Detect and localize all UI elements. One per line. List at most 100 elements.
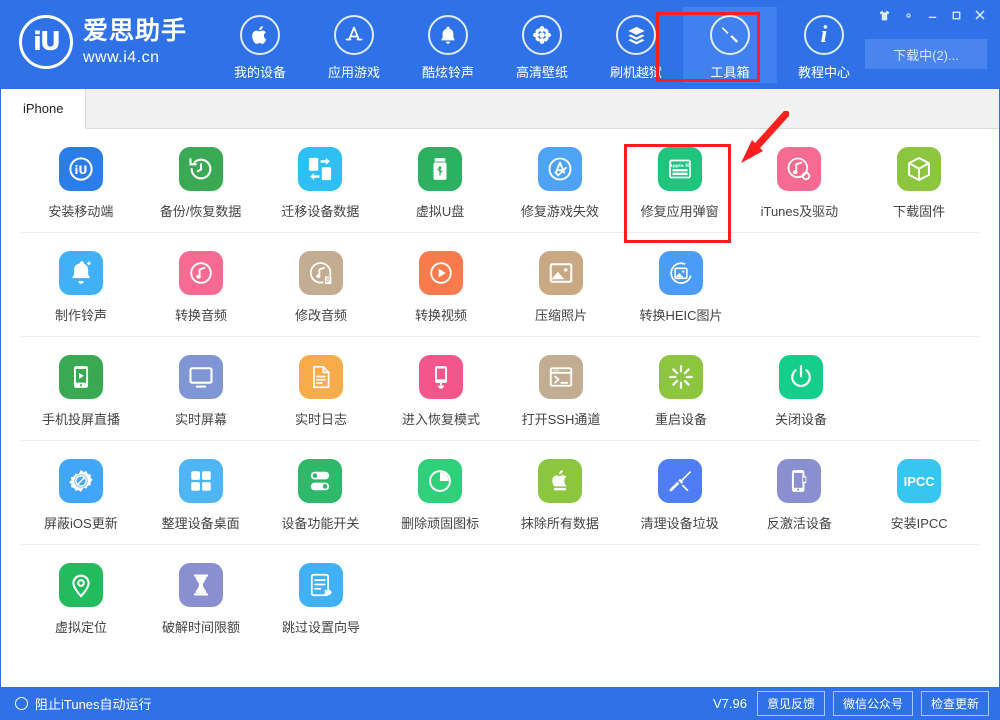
tool-erase-all-data[interactable]: 抹除所有数据 (500, 459, 620, 532)
cube-icon (897, 147, 942, 191)
tool-label: 迁移设备数据 (281, 204, 360, 219)
skin-icon[interactable] (873, 4, 895, 26)
tab-iphone[interactable]: iPhone (1, 89, 87, 129)
tool-label: 修复应用弹窗 (640, 204, 719, 219)
tool-label: 转换视频 (414, 308, 467, 323)
tool-label: 抹除所有数据 (520, 516, 599, 531)
nav-label: 教程中心 (798, 65, 851, 80)
tool-shutdown-device[interactable]: 关闭设备 (741, 355, 861, 428)
tool-label: 实时日志 (294, 412, 347, 427)
radio-circle-icon (15, 696, 28, 710)
restore-clock-icon (178, 147, 223, 191)
apple-erase-icon (537, 459, 582, 503)
nav-item-toolbox[interactable]: 工具箱 (683, 7, 778, 83)
music-edit-icon (299, 251, 343, 295)
tool-convert-heic[interactable]: 转换HEIC图片 (621, 251, 741, 324)
tool-open-ssh[interactable]: SSH 打开SSH通道 (501, 355, 621, 428)
nav-label: 酷炫铃声 (422, 65, 475, 80)
nav-item-apps-games[interactable]: 应用游戏 (307, 7, 401, 83)
tool-device-feature-switch[interactable]: 设备功能开关 (261, 459, 381, 532)
tool-label: 制作铃声 (54, 308, 107, 323)
tool-convert-audio[interactable]: 转换音频 (141, 251, 261, 324)
nav-item-wallpaper[interactable]: 高清壁纸 (495, 7, 589, 83)
tool-fix-game-failure[interactable]: 修复游戏失效 (500, 147, 620, 220)
bell-plus-icon (59, 251, 103, 295)
tool-compress-photo[interactable]: 压缩照片 (501, 251, 621, 324)
tool-download-firmware[interactable]: 下载固件 (859, 147, 979, 220)
nav-label: 高清壁纸 (516, 65, 569, 80)
tool-label: 整理设备桌面 (161, 516, 240, 531)
appstore-check-icon (537, 147, 582, 191)
tool-label: 转换HEIC图片 (639, 308, 723, 323)
tool-backup-restore[interactable]: 备份/恢复数据 (141, 147, 261, 220)
tool-fix-app-popup[interactable]: Apple ID 修复应用弹窗 (620, 147, 740, 220)
brand-name: 爱思助手 (83, 17, 188, 46)
app-header: iU 爱思助手 www.i4.cn 我的设备 应用游戏 酷炫铃声 高清壁纸 刷机… (1, 1, 999, 89)
tool-edit-audio[interactable]: 修改音频 (261, 251, 381, 324)
tool-row-1: iU 安装移动端 备份/恢复数据 迁移设备数据 虚拟U盘 修复游戏失效 Appl… (21, 129, 979, 233)
download-status-button[interactable]: 下载中(2)... (865, 39, 987, 69)
tool-itunes-drivers[interactable]: iTunes及驱动 (740, 147, 860, 220)
tool-label: 进入恢复模式 (401, 412, 480, 427)
main-nav: 我的设备 应用游戏 酷炫铃声 高清壁纸 刷机越狱 工具箱 i 教程中心 (213, 7, 871, 83)
minimize-icon[interactable] (921, 4, 943, 26)
tool-block-ios-update[interactable]: 屏蔽iOS更新 (21, 459, 141, 532)
tool-crack-time-limit[interactable]: 破解时间限额 (141, 563, 261, 636)
tool-label: 跳过设置向导 (281, 620, 360, 635)
wechat-official-button[interactable]: 微信公众号 (832, 690, 913, 716)
toolbox-content: iU 安装移动端 备份/恢复数据 迁移设备数据 虚拟U盘 修复游戏失效 Appl… (1, 129, 999, 687)
tool-row-5: 虚拟定位 破解时间限额 跳过设置向导 (21, 545, 979, 648)
tool-label: 反激活设备 (766, 516, 832, 531)
block-itunes-toggle[interactable]: 阻止iTunes自动运行 (15, 694, 152, 713)
device-tabbar: iPhone (1, 89, 999, 129)
i4-logo-icon: iU (19, 15, 73, 69)
tool-virtual-location[interactable]: 虚拟定位 (21, 563, 141, 636)
tool-label: 打开SSH通道 (521, 412, 601, 427)
tool-label: 实时屏幕 (174, 412, 227, 427)
apple-icon (240, 15, 281, 55)
tool-delete-stubborn-icon[interactable]: 删除顽固图标 (380, 459, 500, 532)
info-icon: i (804, 15, 845, 55)
nav-item-tutorial[interactable]: i 教程中心 (777, 7, 871, 83)
nav-item-ringtones[interactable]: 酷炫铃声 (401, 7, 495, 83)
location-pin-icon (59, 563, 103, 607)
tool-install-mobile[interactable]: iU 安装移动端 (21, 147, 141, 220)
tool-label: 备份/恢复数据 (159, 204, 242, 219)
tool-label: 安装移动端 (48, 204, 114, 219)
broom-icon (657, 459, 702, 503)
tool-deactivate-device[interactable]: 反激活设备 (740, 459, 860, 532)
close-icon[interactable] (969, 4, 991, 26)
tool-restart-device[interactable]: 重启设备 (621, 355, 741, 428)
tool-virtual-usb[interactable]: 虚拟U盘 (380, 147, 500, 220)
toggles-icon (298, 459, 343, 503)
power-icon (779, 355, 823, 399)
tool-label: 压缩照片 (534, 308, 587, 323)
tool-clean-junk[interactable]: 清理设备垃圾 (620, 459, 740, 532)
nav-item-flash-jailbreak[interactable]: 刷机越狱 (589, 7, 683, 83)
nav-item-my-device[interactable]: 我的设备 (213, 7, 307, 83)
brand-logo-group: iU 爱思助手 www.i4.cn (19, 15, 187, 69)
tool-transfer-device-data[interactable]: 迁移设备数据 (261, 147, 381, 220)
feedback-button[interactable]: 意见反馈 (756, 690, 825, 716)
tool-label: 下载固件 (893, 204, 946, 219)
flower-icon (522, 15, 563, 55)
tool-install-ipcc[interactable]: IPCC 安装IPCC (859, 459, 979, 532)
tool-make-ringtone[interactable]: 制作铃声 (21, 251, 141, 324)
tool-organize-desktop[interactable]: 整理设备桌面 (141, 459, 261, 532)
nav-label: 我的设备 (234, 65, 287, 80)
tool-label: 清理设备垃圾 (640, 516, 719, 531)
check-update-button[interactable]: 检查更新 (920, 690, 989, 716)
tool-label: 修复游戏失效 (520, 204, 599, 219)
settings-gear-icon[interactable] (897, 4, 919, 26)
tool-realtime-screen[interactable]: 实时屏幕 (141, 355, 261, 428)
tool-skip-setup-wizard[interactable]: 跳过设置向导 (261, 563, 381, 636)
terminal-icon: SSH (539, 355, 583, 399)
itunes-gear-icon (777, 147, 822, 191)
brand-url: www.i4.cn (83, 48, 160, 66)
tool-realtime-log[interactable]: 实时日志 (261, 355, 381, 428)
tool-convert-video[interactable]: 转换视频 (381, 251, 501, 324)
tool-phone-broadcast[interactable]: 手机投屏直播 (21, 355, 141, 428)
tool-label: 删除顽固图标 (401, 516, 480, 531)
maximize-icon[interactable] (945, 4, 967, 26)
tool-enter-recovery[interactable]: 进入恢复模式 (381, 355, 501, 428)
